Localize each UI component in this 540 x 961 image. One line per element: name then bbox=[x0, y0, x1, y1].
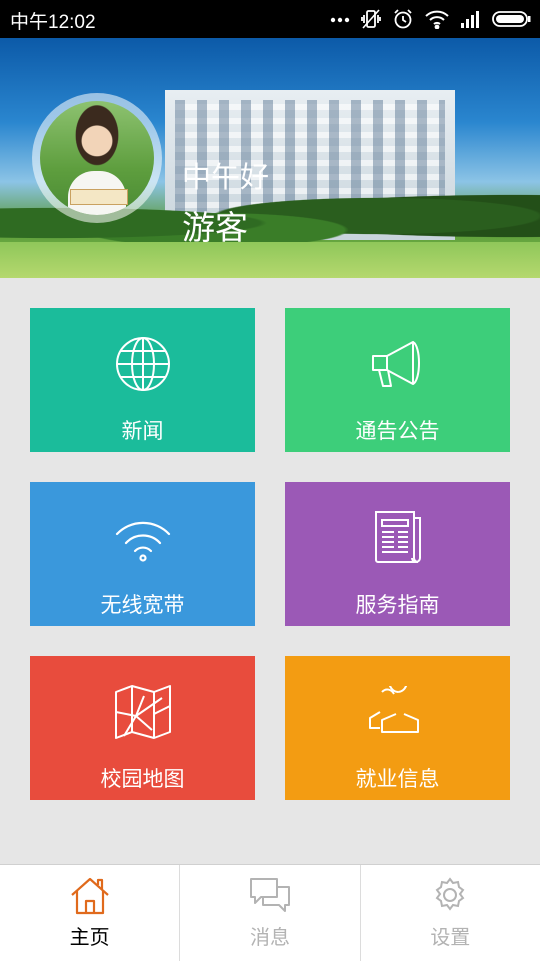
status-bar: 中午12:02 bbox=[0, 0, 540, 38]
header-banner: 中午好 游客 bbox=[0, 38, 540, 278]
username-text[interactable]: 游客 bbox=[182, 201, 248, 249]
battery-icon bbox=[492, 10, 532, 28]
tile-announcements-label: 通告公告 bbox=[355, 419, 440, 443]
nav-home-label: 主页 bbox=[69, 925, 110, 949]
nav-messages[interactable]: 消息 bbox=[179, 865, 359, 961]
nav-home[interactable]: 主页 bbox=[0, 865, 179, 961]
tile-service-guide-label: 服务指南 bbox=[355, 593, 440, 617]
more-icon bbox=[330, 15, 350, 23]
signal-icon bbox=[460, 9, 482, 29]
wifi-icon bbox=[424, 9, 450, 29]
nav-settings[interactable]: 设置 bbox=[359, 865, 540, 961]
tile-service-guide[interactable]: 服务指南 bbox=[285, 482, 510, 626]
alarm-icon bbox=[392, 8, 414, 30]
tile-campus-map-label: 校园地图 bbox=[100, 767, 185, 791]
status-time: 中午12:02 bbox=[10, 12, 96, 33]
tile-news[interactable]: 新闻 bbox=[30, 308, 255, 452]
tile-announcements[interactable]: 通告公告 bbox=[285, 308, 510, 452]
bottom-nav: 主页 消息 设置 bbox=[0, 864, 540, 961]
nav-messages-label: 消息 bbox=[249, 925, 290, 949]
tile-news-label: 新闻 bbox=[121, 419, 164, 443]
tile-jobs-label: 就业信息 bbox=[355, 767, 440, 791]
vibrate-icon bbox=[360, 8, 382, 30]
tile-wireless-label: 无线宽带 bbox=[100, 593, 185, 617]
tile-jobs[interactable]: 就业信息 bbox=[285, 656, 510, 800]
nav-settings-label: 设置 bbox=[430, 925, 471, 949]
tile-wireless[interactable]: 无线宽带 bbox=[30, 482, 255, 626]
tile-campus-map[interactable]: 校园地图 bbox=[30, 656, 255, 800]
avatar[interactable] bbox=[32, 93, 162, 223]
lawn-image bbox=[0, 242, 540, 278]
greeting-text: 中午好 bbox=[182, 160, 270, 194]
